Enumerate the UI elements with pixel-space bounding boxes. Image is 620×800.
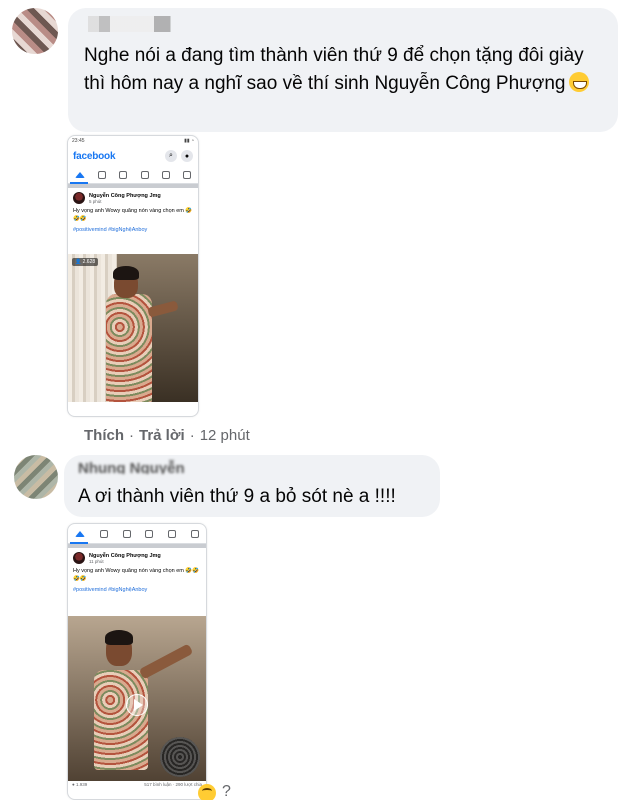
floral-shirt (106, 294, 152, 402)
active-tab-indicator (70, 182, 88, 184)
comment-timestamp[interactable]: 12 phút (200, 427, 250, 444)
hair (105, 630, 133, 645)
comment-author-name[interactable] (88, 16, 198, 32)
menu-icon (183, 170, 192, 179)
electric-fan (160, 737, 200, 777)
like-link[interactable]: Thích (84, 427, 124, 444)
facebook-nav-bar (68, 524, 206, 544)
post-time: 11 phút (89, 558, 104, 564)
post-author-avatar (73, 192, 85, 204)
comment-text: A ơi thành viên thứ 9 a bỏ sót nè a !!!! (78, 486, 396, 507)
post-hashtags: #positivemind #bigNghệAnboy (73, 227, 148, 233)
post-author-avatar (73, 552, 85, 564)
commenter-avatar[interactable] (14, 455, 58, 499)
friends-icon (97, 170, 106, 179)
phone-status-bar: 23:45 ▮▮ ◔ (72, 138, 194, 144)
grinning-sweat-emoji-icon (569, 72, 590, 92)
post-author-name: Nguyễn Công Phượng Jmg (89, 192, 161, 199)
post-header: Nguyễn Công Phượng Jmg 5 phút (68, 188, 198, 204)
comment-author-name[interactable]: Nhung Nguyễn (78, 460, 218, 474)
facebook-header: facebook ⌕ ● (68, 146, 198, 166)
post-time: 5 phút (89, 198, 102, 204)
watch-icon (122, 529, 131, 538)
views-icon: 👤 (75, 259, 83, 265)
friends-icon (99, 529, 108, 538)
raised-arm (138, 643, 194, 680)
commenter-avatar[interactable] (12, 8, 58, 54)
post-header: Nguyễn Công Phượng Jmg 11 phút (68, 548, 206, 564)
person-figure (98, 264, 179, 402)
post-video: ● 1.939 517 bình luận · 290 lượt chia (68, 616, 206, 791)
comment-bubble: Nghe nói a đang tìm thành viên thứ 9 để … (68, 8, 618, 132)
post-text: Hy vọng anh Wowy quăng nón vàng chọn em … (73, 568, 200, 582)
messenger-icon: ● (181, 150, 193, 162)
post-hashtags: #positivemind #bigNghệAnboy (73, 587, 148, 593)
facebook-nav-bar (68, 166, 198, 184)
comment-text: Nghe nói a đang tìm thành viên thứ 9 để … (84, 42, 604, 98)
groups-icon (140, 170, 149, 179)
post-author-name: Nguyễn Công Phượng Jmg (89, 552, 161, 559)
hair (113, 266, 139, 280)
notifications-icon (161, 170, 170, 179)
comment-image-attachment[interactable]: Nguyễn Công Phượng Jmg 11 phút Hy vọng a… (67, 523, 207, 800)
post-text: Hy vọng anh Wowy quăng nón vàng chọn em … (73, 208, 193, 222)
views-badge: 👤 2.628 (72, 258, 99, 266)
play-icon[interactable] (126, 694, 148, 716)
floral-shirt (94, 670, 148, 770)
comment-bubble: Nhung Nguyễn A ơi thành viên thứ 9 a bỏ … (64, 455, 440, 517)
search-icon: ⌕ (165, 150, 177, 162)
post-video: 👤 2.628 (68, 254, 198, 402)
comment-image-attachment[interactable]: 23:45 ▮▮ ◔ facebook ⌕ ● Nguyễn Công Phượn… (67, 135, 199, 417)
watch-icon (119, 170, 128, 179)
comment-actions: Thích · Trả lời · 12 phút (84, 427, 250, 444)
reply-link[interactable]: Trả lời (139, 427, 185, 444)
active-tab-indicator (70, 542, 88, 544)
post-stats: ● 1.939 517 bình luận · 290 lượt chia (68, 781, 206, 791)
laughing-emoji-icon (198, 784, 216, 800)
groups-icon (145, 529, 154, 538)
home-icon (74, 171, 85, 178)
notifications-icon (167, 529, 176, 538)
trailing-text: ? (222, 783, 231, 800)
home-icon (75, 530, 86, 537)
menu-icon (190, 529, 199, 538)
facebook-logo: facebook (73, 150, 116, 162)
